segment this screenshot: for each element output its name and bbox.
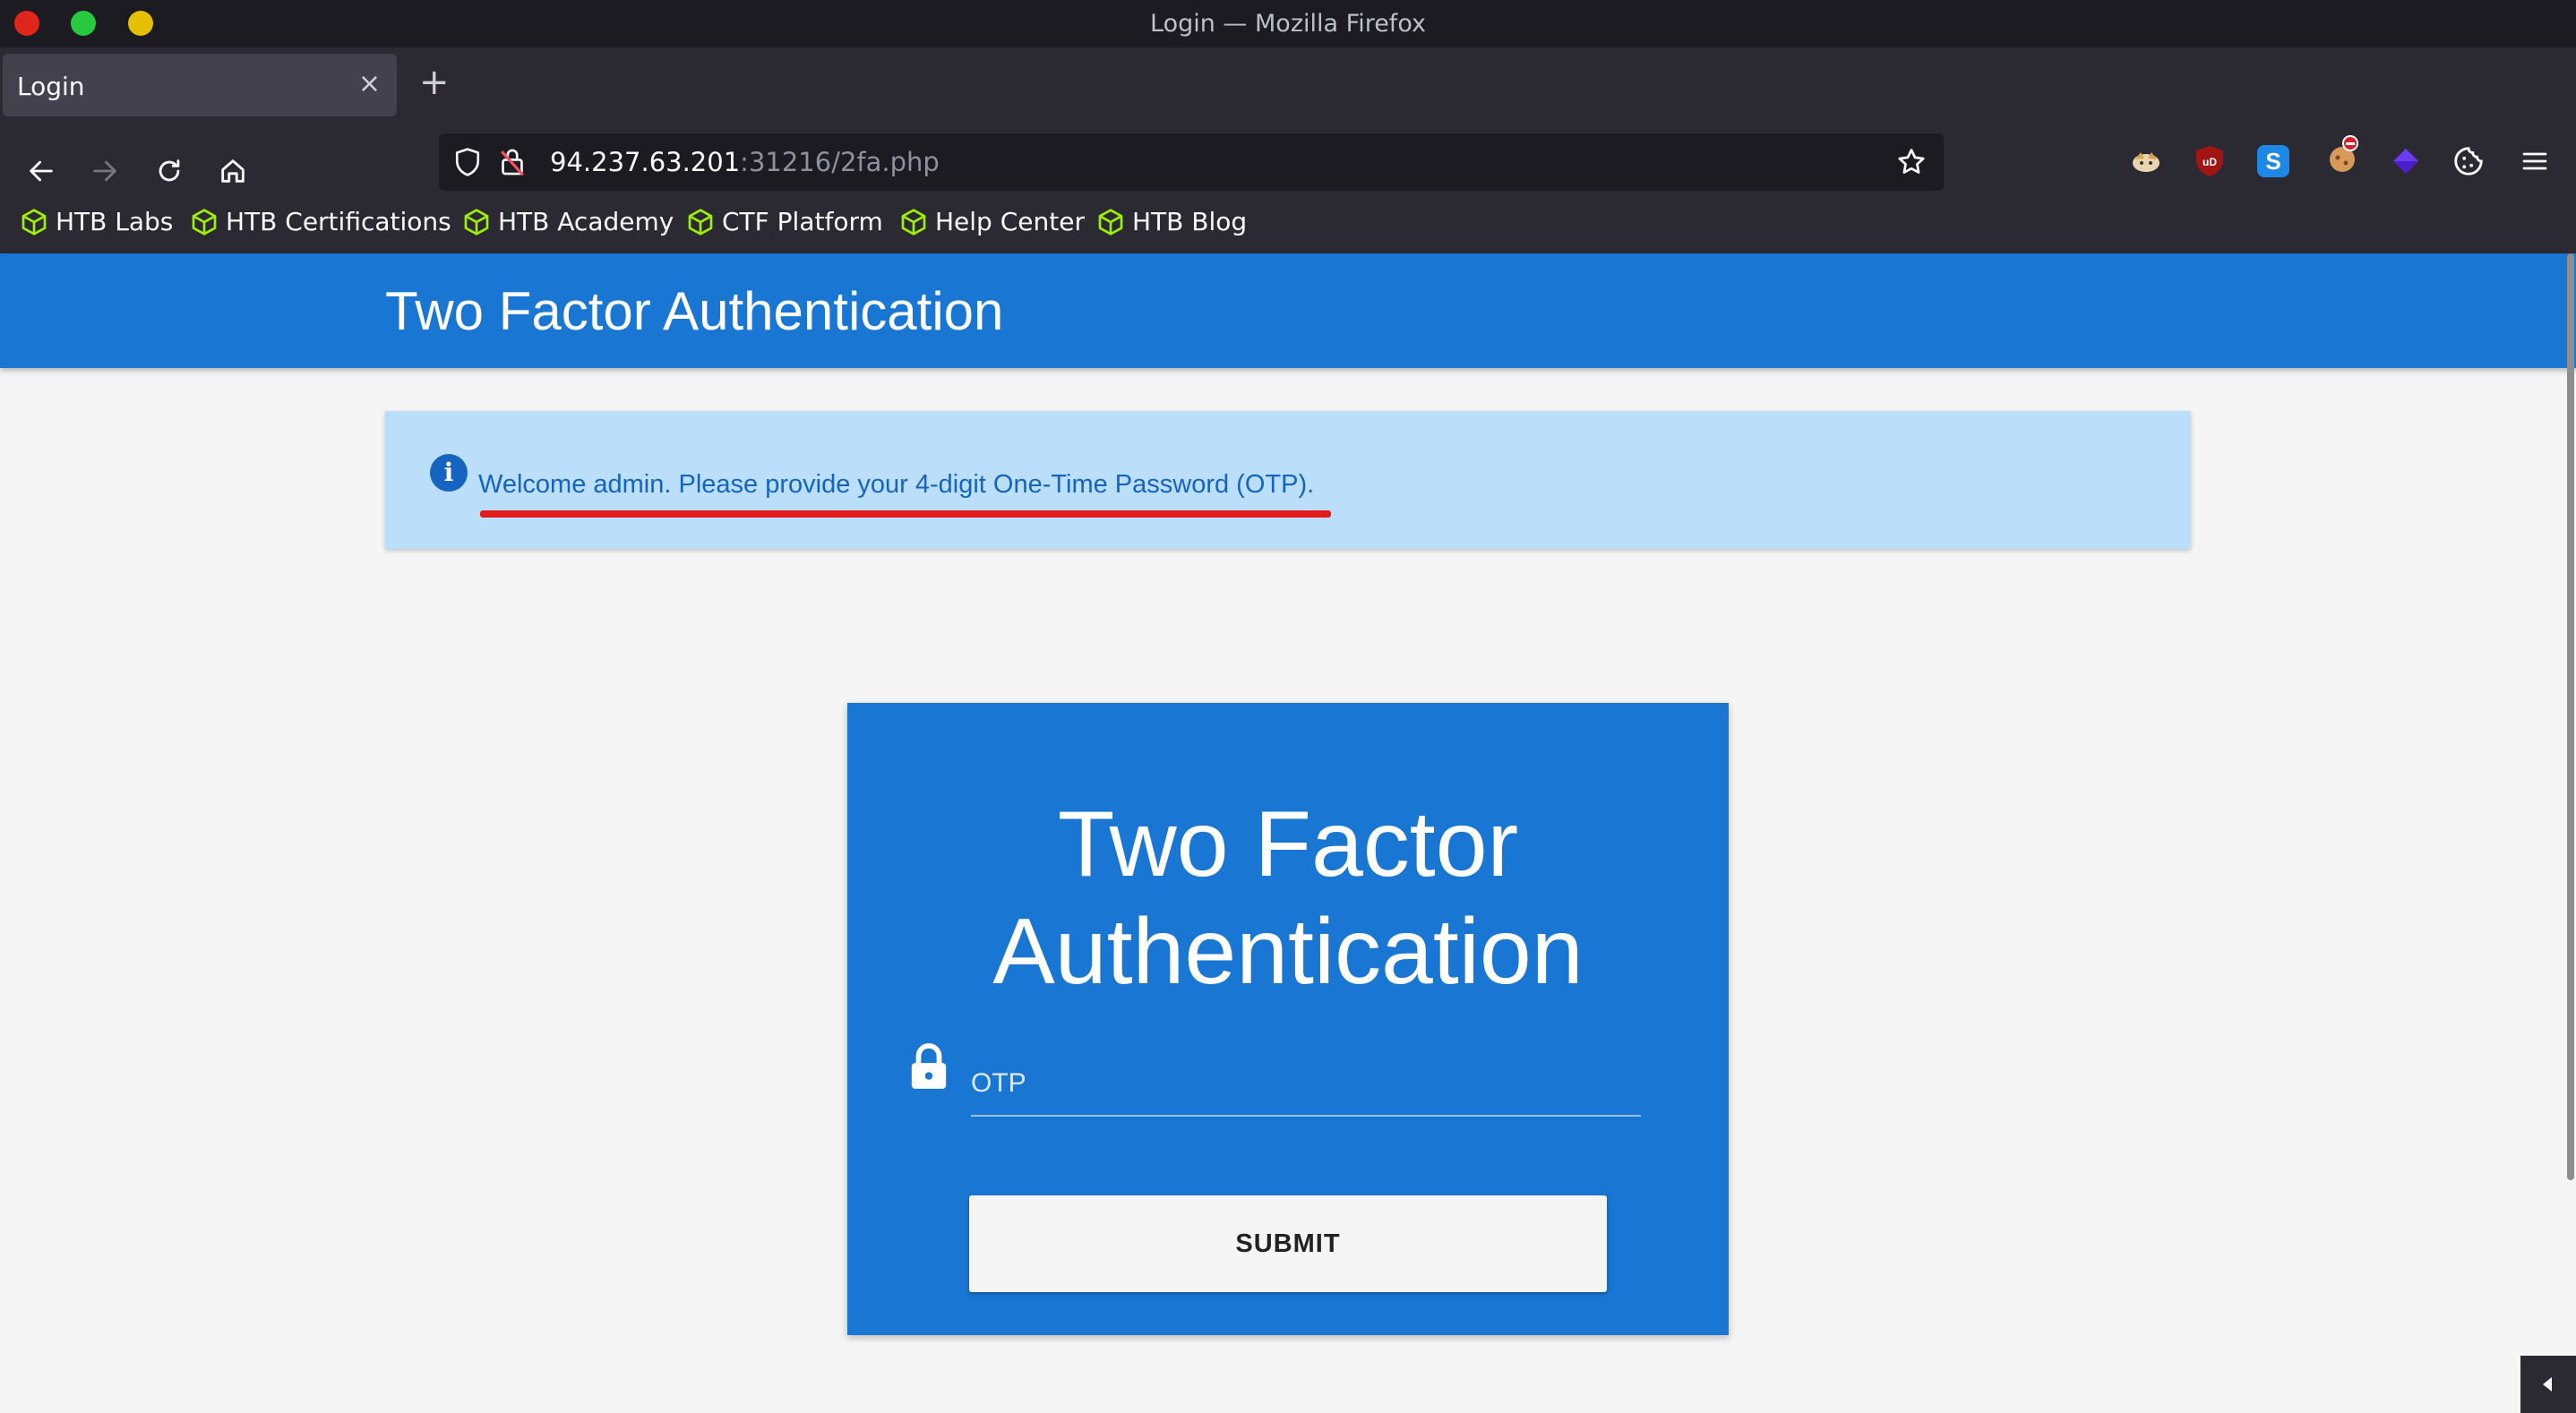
htb-cube-icon (1098, 208, 1123, 236)
shield-icon[interactable] (453, 147, 482, 181)
submit-button[interactable]: SUBMIT (969, 1195, 1607, 1292)
card-title-line1: Two Factor (1057, 792, 1519, 896)
tab-title: Login (17, 72, 85, 101)
insecure-lock-icon[interactable] (498, 147, 527, 181)
bookmark-help-center[interactable]: Help Center (899, 207, 1085, 236)
home-icon[interactable] (210, 148, 256, 194)
tab-bar: Login × + (0, 47, 2576, 128)
htb-cube-icon (21, 208, 47, 236)
bookmark-label: HTB Labs (56, 207, 174, 236)
reload-icon[interactable] (146, 148, 193, 194)
back-icon[interactable] (18, 148, 64, 194)
app-header: Two Factor Authentication (0, 253, 2576, 368)
card-title: Two Factor Authentication (847, 791, 1729, 1006)
bookmark-htb-academy[interactable]: HTB Academy (462, 207, 674, 236)
bookmark-htb-blog[interactable]: HTB Blog (1096, 207, 1247, 236)
ublock-origin-icon[interactable]: uD (2194, 146, 2225, 176)
window-titlebar: Login — Mozilla Firefox (0, 0, 2576, 47)
sidebar-toggle-button[interactable] (2520, 1356, 2576, 1413)
svg-text:uD: uD (2202, 156, 2217, 168)
new-tab-button[interactable]: + (419, 64, 450, 100)
info-alert: i Welcome admin. Please provide your 4-d… (385, 411, 2191, 549)
alert-message: Welcome admin. Please provide your 4-dig… (478, 470, 1315, 499)
stylus-icon[interactable]: S (2257, 145, 2289, 177)
foxyproxy-icon[interactable] (2128, 143, 2164, 179)
url-host: 94.237.63.201 (550, 147, 741, 177)
htb-cube-icon (464, 208, 489, 236)
lock-icon (908, 1041, 949, 1095)
htb-cube-icon (192, 208, 217, 236)
otp-form-card: Two Factor Authentication SUBMIT (847, 703, 1729, 1335)
page-scrollbar[interactable] (2567, 253, 2574, 1180)
url-bar[interactable]: 94.237.63.201:31216/2fa.php (439, 133, 1944, 191)
bookmark-label: HTB Blog (1132, 207, 1248, 236)
cookie-manager-icon[interactable] (2451, 143, 2486, 179)
card-title-line2: Authentication (992, 900, 1584, 1004)
bookmark-htb-labs[interactable]: HTB Labs (20, 207, 173, 236)
stylus-letter: S (2265, 147, 2281, 175)
info-icon: i (430, 454, 468, 492)
bookmark-label: HTB Certifications (226, 207, 451, 236)
htb-cube-icon (901, 208, 926, 236)
page-content: Two Factor Authentication i Welcome admi… (0, 253, 2576, 1413)
url-text[interactable]: 94.237.63.201:31216/2fa.php (550, 147, 940, 177)
bookmark-star-icon[interactable] (1895, 146, 1928, 182)
wappalyzer-icon[interactable] (2388, 143, 2424, 179)
bookmark-label: Help Center (935, 207, 1085, 236)
caret-left-icon (2543, 1377, 2552, 1392)
bookmark-label: HTB Academy (498, 207, 674, 236)
bookmark-ctf-platform[interactable]: CTF Platform (686, 207, 883, 236)
window-title: Login — Mozilla Firefox (1150, 10, 1426, 38)
tab-login[interactable]: Login × (3, 54, 397, 116)
red-underline-annotation (480, 510, 1331, 518)
hamburger-menu-icon[interactable] (2517, 143, 2553, 179)
bookmark-htb-certifications[interactable]: HTB Certifications (190, 207, 451, 236)
otp-input[interactable] (971, 1052, 1641, 1117)
page-title: Two Factor Authentication (385, 281, 1004, 341)
url-path: :31216/2fa.php (740, 147, 940, 177)
forward-icon[interactable] (82, 148, 128, 194)
cookie-extension-icon[interactable] (2325, 135, 2361, 173)
htb-cube-icon (688, 208, 713, 236)
bookmarks-toolbar: HTB Labs HTB Certifications HTB Academy … (0, 200, 2576, 253)
bookmark-label: CTF Platform (722, 207, 883, 236)
tab-close-icon[interactable]: × (358, 68, 381, 99)
